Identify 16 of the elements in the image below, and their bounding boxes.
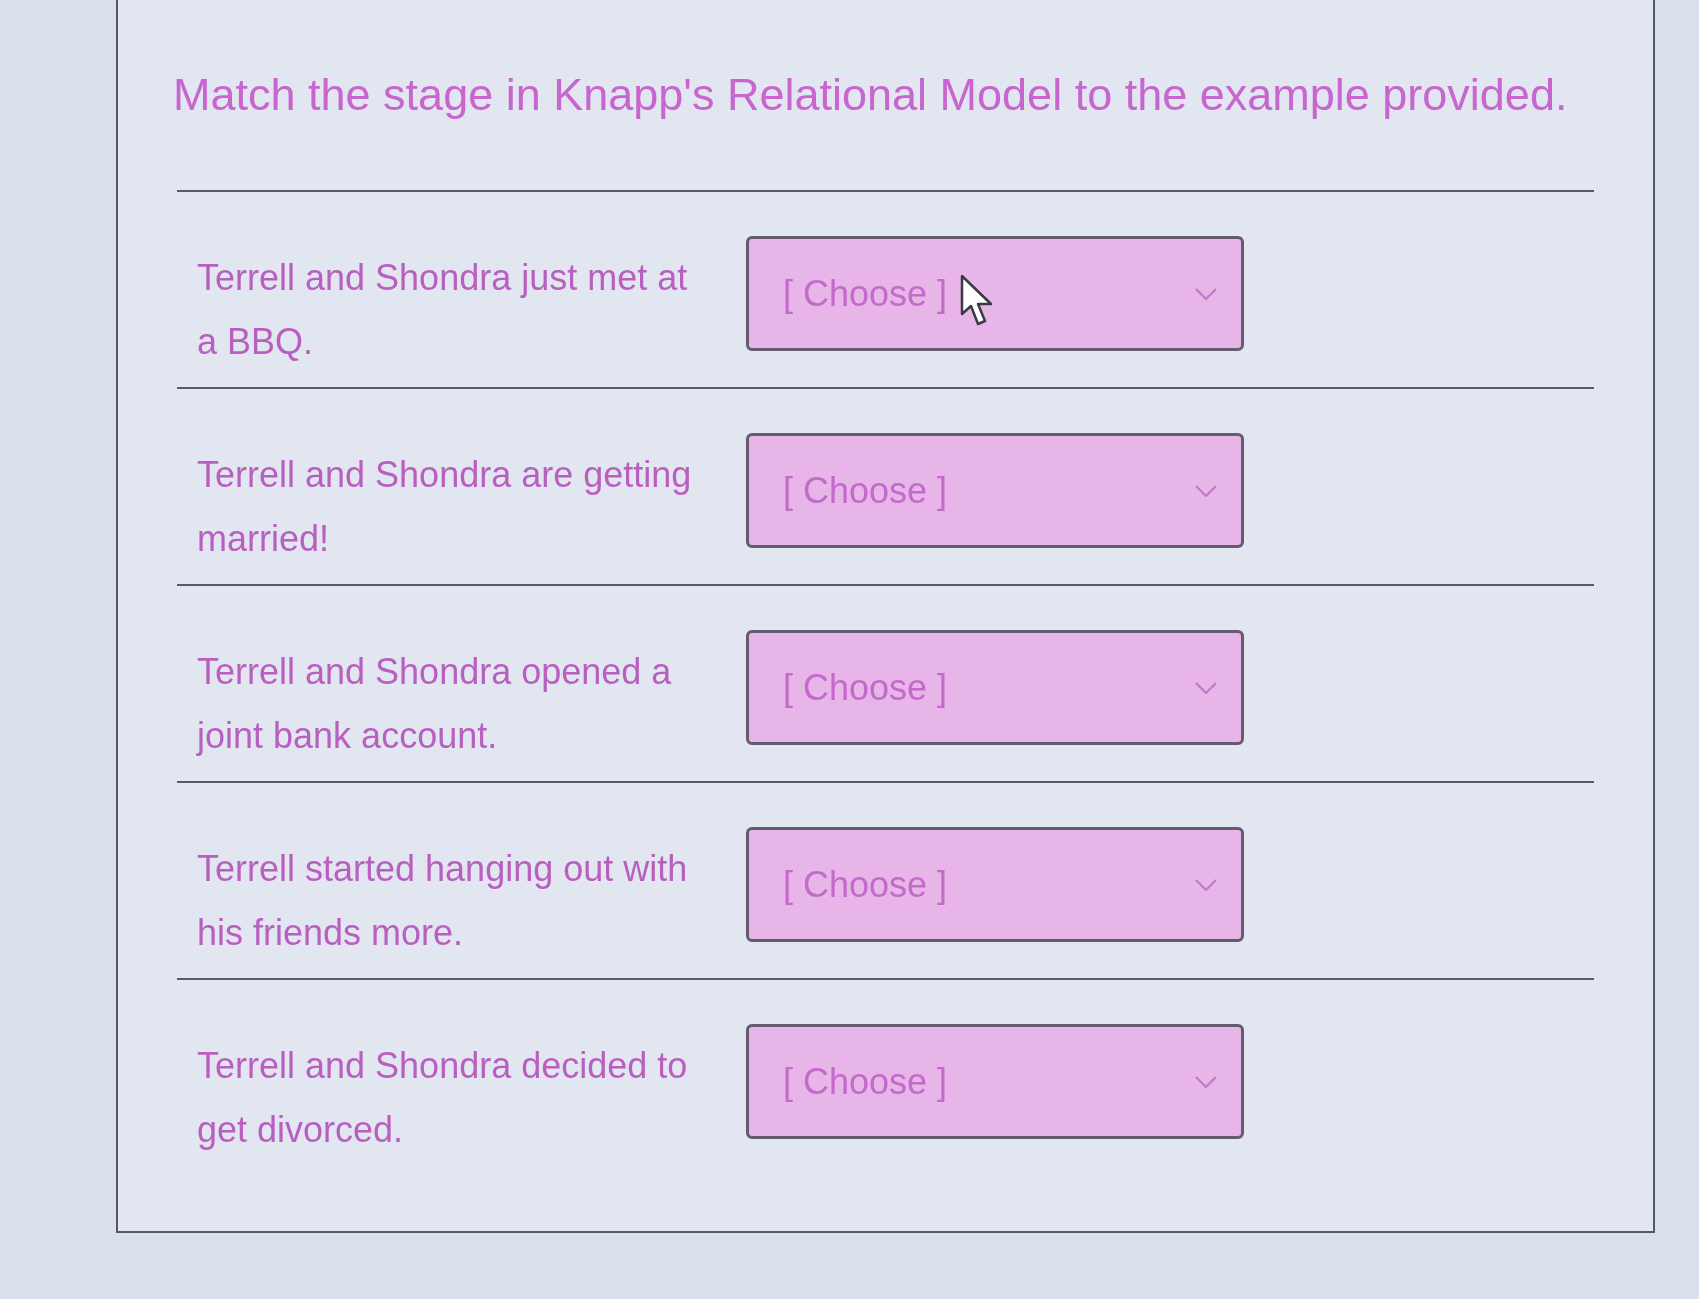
example-text: Terrell and Shondra decided to get divorced. <box>197 1044 689 1152</box>
choose-dropdown[interactable]: [ Choose ] <box>746 236 1244 351</box>
chevron-down-icon <box>1195 287 1217 300</box>
question-title: Match the stage in Knapp's Relational Model to the example provided. <box>172 68 1569 122</box>
choose-dropdown[interactable]: [ Choose ] <box>746 1024 1244 1139</box>
choose-dropdown[interactable]: [ Choose ] <box>746 827 1244 942</box>
chevron-down-icon <box>1195 484 1217 497</box>
example-text: Terrell and Shondra opened a joint bank account. <box>197 650 673 758</box>
example-text: Terrell started hanging out with his friends more. <box>197 847 689 955</box>
chevron-down-icon <box>1195 681 1217 694</box>
chevron-down-icon <box>1195 1075 1217 1088</box>
example-text: Terrell and Shondra are getting married! <box>197 453 693 561</box>
choose-dropdown[interactable]: [ Choose ] <box>746 433 1244 548</box>
choose-dropdown[interactable]: [ Choose ] <box>746 630 1244 745</box>
chevron-down-icon <box>1195 878 1217 891</box>
example-text: Terrell and Shondra just met at a BBQ. <box>197 256 689 364</box>
